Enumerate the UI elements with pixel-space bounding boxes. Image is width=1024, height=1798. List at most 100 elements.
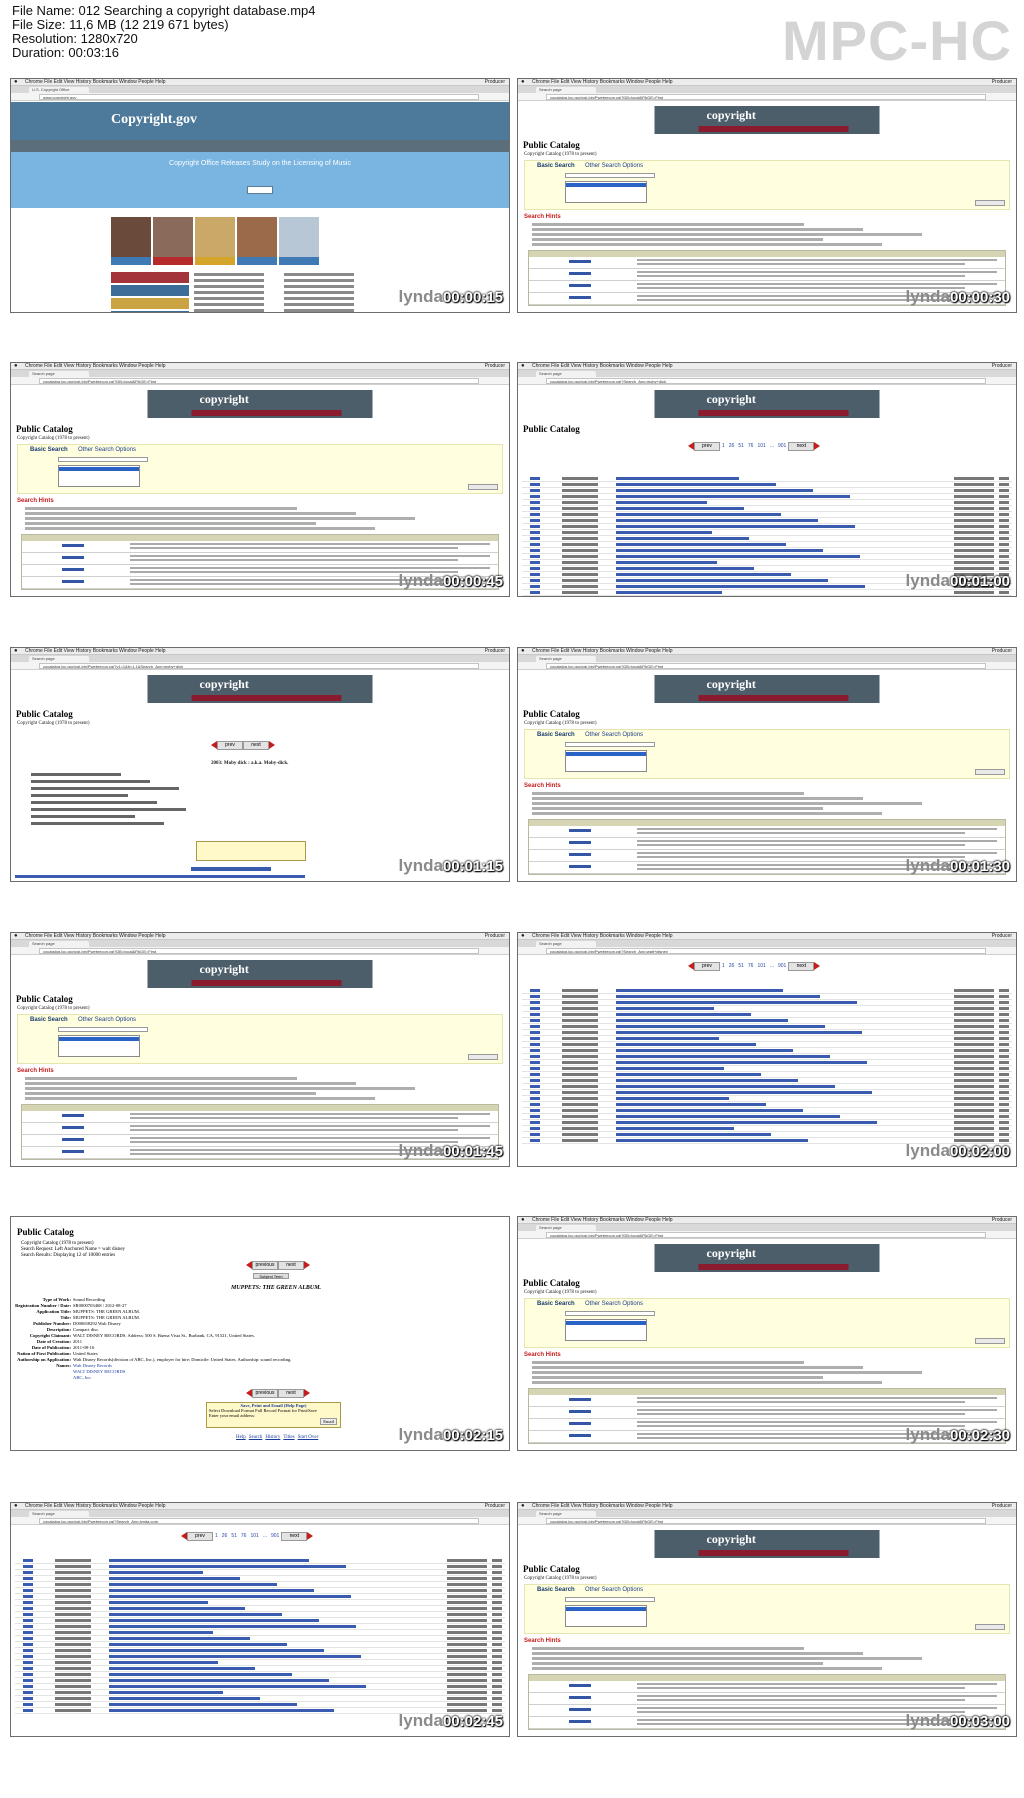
row-number-link[interactable] <box>23 1601 33 1604</box>
row-number-link[interactable] <box>530 1013 540 1016</box>
row-number-link[interactable] <box>530 1061 540 1064</box>
basic-search-tab[interactable]: Basic Search <box>30 1017 68 1023</box>
footer-link[interactable] <box>284 279 354 282</box>
selected-option[interactable] <box>566 1321 646 1325</box>
title-link[interactable] <box>616 1037 719 1040</box>
nav-search[interactable]: Search <box>214 989 230 995</box>
title-link[interactable] <box>616 543 786 546</box>
search-input[interactable] <box>565 173 655 178</box>
page-number-link[interactable]: 101 <box>757 962 765 971</box>
row-number-link[interactable] <box>23 1607 33 1610</box>
page-number-link[interactable]: 76 <box>241 1532 247 1541</box>
row-number-link[interactable] <box>23 1703 33 1706</box>
search-type-link[interactable] <box>569 1696 591 1699</box>
search-type-link[interactable] <box>62 1114 84 1117</box>
submit-search-button[interactable] <box>975 769 1005 775</box>
row-number-link[interactable] <box>530 1007 540 1010</box>
title-link[interactable] <box>109 1709 334 1712</box>
search-type-link[interactable] <box>569 1398 591 1401</box>
search-type-link[interactable] <box>569 1410 591 1413</box>
row-number-link[interactable] <box>530 1055 540 1058</box>
footer-link[interactable] <box>284 273 354 276</box>
page-number-link[interactable]: ... <box>770 442 774 451</box>
title-link[interactable] <box>616 1097 729 1100</box>
apple-icon[interactable]: ● <box>521 933 525 939</box>
row-number-link[interactable] <box>530 543 540 546</box>
side-panel[interactable] <box>111 285 189 296</box>
row-number-link[interactable] <box>23 1595 33 1598</box>
basic-search-tab[interactable]: Basic Search <box>30 447 68 453</box>
row-number-link[interactable] <box>530 989 540 992</box>
footer-link[interactable] <box>284 285 354 288</box>
title-link[interactable] <box>616 1091 872 1094</box>
row-number-link[interactable] <box>530 567 540 570</box>
apple-icon[interactable]: ● <box>14 933 18 939</box>
selected-option[interactable] <box>566 183 646 187</box>
other-search-options-tab[interactable]: Other Search Options <box>585 163 643 169</box>
title-link[interactable] <box>616 1139 808 1142</box>
search-input[interactable] <box>565 1311 655 1316</box>
page-number-link[interactable]: 26 <box>222 1532 228 1541</box>
bottom-nav-history[interactable]: History <box>265 1435 280 1440</box>
title-link[interactable] <box>616 1025 825 1028</box>
next-arrow-icon[interactable] <box>814 962 821 970</box>
selected-option[interactable] <box>59 467 139 471</box>
row-number-link[interactable] <box>23 1625 33 1628</box>
row-number-link[interactable] <box>23 1619 33 1622</box>
row-number-link[interactable] <box>530 1019 540 1022</box>
row-number-link[interactable] <box>530 1067 540 1070</box>
title-link[interactable] <box>109 1607 245 1610</box>
search-type-link[interactable] <box>569 284 591 287</box>
row-number-link[interactable] <box>530 1037 540 1040</box>
footer-link[interactable] <box>194 303 264 306</box>
title-link[interactable] <box>616 567 754 570</box>
nav-titles[interactable]: Titles <box>764 1559 776 1565</box>
search-type-link[interactable] <box>569 272 591 275</box>
title-link[interactable] <box>109 1691 223 1694</box>
title-link[interactable] <box>109 1619 319 1622</box>
previous-button[interactable]: previous <box>252 1261 278 1270</box>
nav-help[interactable]: Help <box>705 704 715 710</box>
next-button[interactable]: next <box>788 962 815 971</box>
title-link[interactable] <box>109 1661 218 1664</box>
title-link[interactable] <box>616 1073 761 1076</box>
row-number-link[interactable] <box>23 1649 33 1652</box>
row-number-link[interactable] <box>530 1031 540 1034</box>
search-type-link[interactable] <box>569 865 591 868</box>
search-type-link[interactable] <box>569 1422 591 1425</box>
row-number-link[interactable] <box>530 1127 540 1130</box>
row-number-link[interactable] <box>530 1025 540 1028</box>
title-link[interactable] <box>109 1601 208 1604</box>
title-link[interactable] <box>109 1565 346 1568</box>
row-number-link[interactable] <box>530 1043 540 1046</box>
tile-image[interactable] <box>195 217 235 257</box>
submit-search-button[interactable] <box>468 1054 498 1060</box>
page-number-link[interactable]: ... <box>263 1532 267 1541</box>
title-link[interactable] <box>616 531 712 534</box>
basic-search-tab[interactable]: Basic Search <box>537 1587 575 1593</box>
tile-label[interactable] <box>153 257 193 265</box>
previous-button[interactable]: prev <box>694 442 720 451</box>
title-link[interactable] <box>109 1679 329 1682</box>
other-search-options-tab[interactable]: Other Search Options <box>78 447 136 453</box>
row-number-link[interactable] <box>530 585 540 588</box>
row-number-link[interactable] <box>530 1001 540 1004</box>
bottom-nav-titles[interactable]: Titles <box>283 1435 294 1440</box>
next-arrow-icon[interactable] <box>307 1532 314 1540</box>
page-number-link[interactable]: 51 <box>738 962 744 971</box>
footer-link[interactable] <box>194 291 264 294</box>
address-bar[interactable]: cocatalog.loc.gov/cgi-bin/Pwebrecon.cgi?… <box>546 94 986 100</box>
title-link[interactable] <box>616 1127 734 1130</box>
address-bar[interactable]: cocatalog.loc.gov/cgi-bin/Pwebrecon.cgi?… <box>39 948 479 954</box>
nav-history[interactable]: History <box>236 419 252 425</box>
row-number-link[interactable] <box>23 1565 33 1568</box>
next-button[interactable]: next <box>788 442 815 451</box>
row-number-link[interactable] <box>23 1583 33 1586</box>
apple-icon[interactable]: ● <box>14 363 18 369</box>
title-link[interactable] <box>616 995 820 998</box>
nav-help[interactable]: Help <box>198 704 208 710</box>
bottom-nav-start-over[interactable]: Start Over <box>298 1435 319 1440</box>
title-link[interactable] <box>616 591 722 594</box>
row-number-link[interactable] <box>530 495 540 498</box>
title-link[interactable] <box>616 1007 714 1010</box>
